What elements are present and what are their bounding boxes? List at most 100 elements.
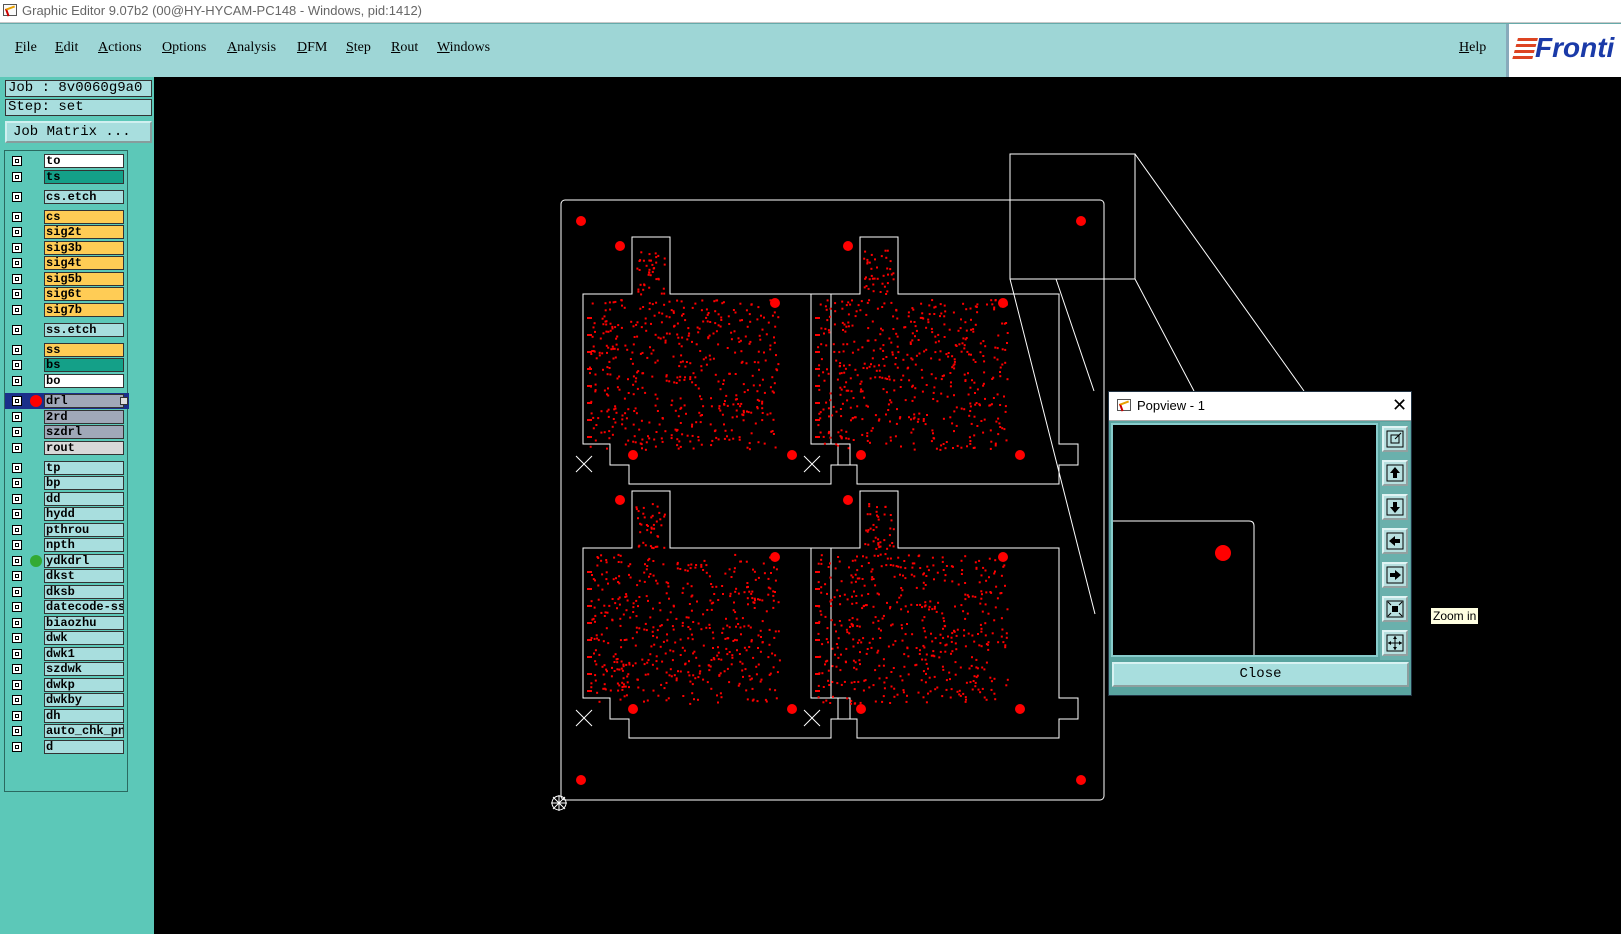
layer-name[interactable]: sig3b — [44, 240, 124, 255]
layer-name[interactable]: ss.etch — [44, 322, 124, 337]
layer-name[interactable]: bo — [44, 373, 124, 388]
layer-row-sig4t[interactable]: sig4t — [5, 255, 129, 271]
layer-name[interactable]: sig5b — [44, 271, 124, 286]
menu-actions[interactable]: Actions — [98, 40, 142, 56]
layer-checkbox[interactable] — [12, 227, 22, 238]
job-matrix-button[interactable]: Job Matrix ... — [5, 121, 152, 143]
layer-row-pthrou[interactable]: pthrou — [5, 522, 129, 538]
layer-checkbox[interactable] — [12, 462, 22, 473]
layer-row-tp[interactable]: tp — [5, 460, 129, 476]
layer-row-dwk[interactable]: dwk — [5, 630, 129, 646]
layer-row-dwkp[interactable]: dwkp — [5, 677, 129, 693]
menu-options[interactable]: Options — [162, 40, 206, 56]
menu-help[interactable]: Help — [1459, 40, 1486, 56]
menu-analysis[interactable]: Analysis — [227, 40, 276, 56]
layer-row-bs[interactable]: bs — [5, 357, 129, 373]
popview-viewport[interactable] — [1111, 423, 1378, 657]
layer-checkbox[interactable] — [12, 679, 22, 690]
layer-checkbox[interactable] — [12, 664, 22, 675]
layer-name[interactable]: ydkdrl — [44, 553, 124, 568]
pan-right-icon[interactable] — [1382, 562, 1408, 588]
layer-name[interactable]: datecode-ss — [44, 600, 124, 615]
layer-checkbox[interactable] — [12, 509, 22, 520]
layer-checkbox[interactable] — [12, 571, 22, 582]
popview-close-button[interactable]: Close — [1112, 662, 1409, 687]
layer-name[interactable]: auto_chk_pn. — [44, 724, 124, 739]
layer-name[interactable]: dkst — [44, 569, 124, 584]
layer-checkbox[interactable] — [12, 191, 22, 202]
layer-name[interactable]: bs — [44, 358, 124, 373]
menu-rout[interactable]: Rout — [391, 40, 418, 56]
layer-checkbox[interactable] — [12, 289, 22, 300]
layer-checkbox[interactable] — [12, 360, 22, 371]
layer-checkbox[interactable] — [12, 171, 22, 182]
layer-row-ts[interactable]: ts — [5, 169, 129, 185]
layer-checkbox[interactable] — [12, 648, 22, 659]
layer-row-sig6t[interactable]: sig6t — [5, 286, 129, 302]
layer-row-dh[interactable]: dh — [5, 708, 129, 724]
layer-name[interactable]: dwk1 — [44, 646, 124, 661]
layer-name[interactable]: bp — [44, 476, 124, 491]
layer-name[interactable]: npth — [44, 538, 124, 553]
menu-file[interactable]: File — [15, 40, 37, 56]
layer-row-auto-chk-pn-[interactable]: auto_chk_pn. — [5, 723, 129, 739]
layer-row-sig3b[interactable]: sig3b — [5, 240, 129, 256]
layer-name[interactable]: cs — [44, 209, 124, 224]
layer-checkbox[interactable] — [12, 710, 22, 721]
layer-name[interactable]: drl — [44, 394, 124, 408]
layer-row-dkst[interactable]: dkst — [5, 568, 129, 584]
layer-name[interactable]: sig6t — [44, 287, 124, 302]
layer-name[interactable]: sig4t — [44, 256, 124, 271]
pan-up-icon[interactable] — [1382, 460, 1408, 486]
layer-checkbox[interactable] — [12, 540, 22, 551]
layer-name[interactable]: rout — [44, 440, 124, 455]
layer-checkbox[interactable] — [12, 586, 22, 597]
layer-name[interactable]: pthrou — [44, 522, 124, 537]
layer-name[interactable]: dd — [44, 491, 124, 506]
layer-name[interactable]: d — [44, 739, 124, 754]
layer-row-to[interactable]: to — [5, 153, 129, 169]
layer-checkbox[interactable] — [12, 695, 22, 706]
layer-row-ss[interactable]: ss — [5, 342, 129, 358]
layer-row-cs-etch[interactable]: cs.etch — [5, 189, 129, 205]
layer-checkbox[interactable] — [12, 741, 22, 752]
layer-row-sig2t[interactable]: sig2t — [5, 224, 129, 240]
layer-name[interactable]: hydd — [44, 507, 124, 522]
layer-row-sig5b[interactable]: sig5b — [5, 271, 129, 287]
layer-name[interactable]: ss — [44, 342, 124, 357]
menu-edit[interactable]: Edit — [55, 40, 78, 56]
layer-checkbox[interactable] — [12, 273, 22, 284]
layer-row-d[interactable]: d — [5, 739, 129, 755]
layer-checkbox[interactable] — [12, 344, 22, 355]
layer-row-szdrl[interactable]: szdrl — [5, 424, 129, 440]
layer-checkbox[interactable] — [12, 324, 22, 335]
layer-row-npth[interactable]: npth — [5, 537, 129, 553]
layer-checkbox[interactable] — [12, 242, 22, 253]
layer-name[interactable]: sig2t — [44, 225, 124, 240]
layer-row-drl[interactable]: drl — [5, 393, 129, 409]
layer-row-ss-etch[interactable]: ss.etch — [5, 322, 129, 338]
layer-row-dksb[interactable]: dksb — [5, 584, 129, 600]
layer-checkbox[interactable] — [12, 411, 22, 422]
layer-checkbox[interactable] — [12, 493, 22, 504]
zoom-out-icon[interactable] — [1382, 630, 1408, 656]
layer-name[interactable]: dwk — [44, 631, 124, 646]
layer-name[interactable]: dwkp — [44, 677, 124, 692]
layer-row-hydd[interactable]: hydd — [5, 506, 129, 522]
layer-checkbox[interactable] — [12, 726, 22, 737]
layer-checkbox[interactable] — [12, 617, 22, 628]
layer-name[interactable]: dwkby — [44, 693, 124, 708]
layer-name[interactable]: sig7b — [44, 302, 124, 317]
layer-name[interactable]: dksb — [44, 584, 124, 599]
layer-checkbox[interactable] — [12, 156, 22, 166]
pan-left-icon[interactable] — [1382, 528, 1408, 554]
pan-down-icon[interactable] — [1382, 494, 1408, 520]
layer-row-bo[interactable]: bo — [5, 373, 129, 389]
layer-name[interactable]: biaozhu — [44, 615, 124, 630]
layer-name[interactable]: szdrl — [44, 425, 124, 439]
layer-checkbox[interactable] — [12, 442, 22, 453]
layer-checkbox[interactable] — [12, 633, 22, 644]
layer-row-rout[interactable]: rout — [5, 440, 129, 456]
layer-row-bp[interactable]: bp — [5, 475, 129, 491]
layer-name[interactable]: szdwk — [44, 662, 124, 677]
